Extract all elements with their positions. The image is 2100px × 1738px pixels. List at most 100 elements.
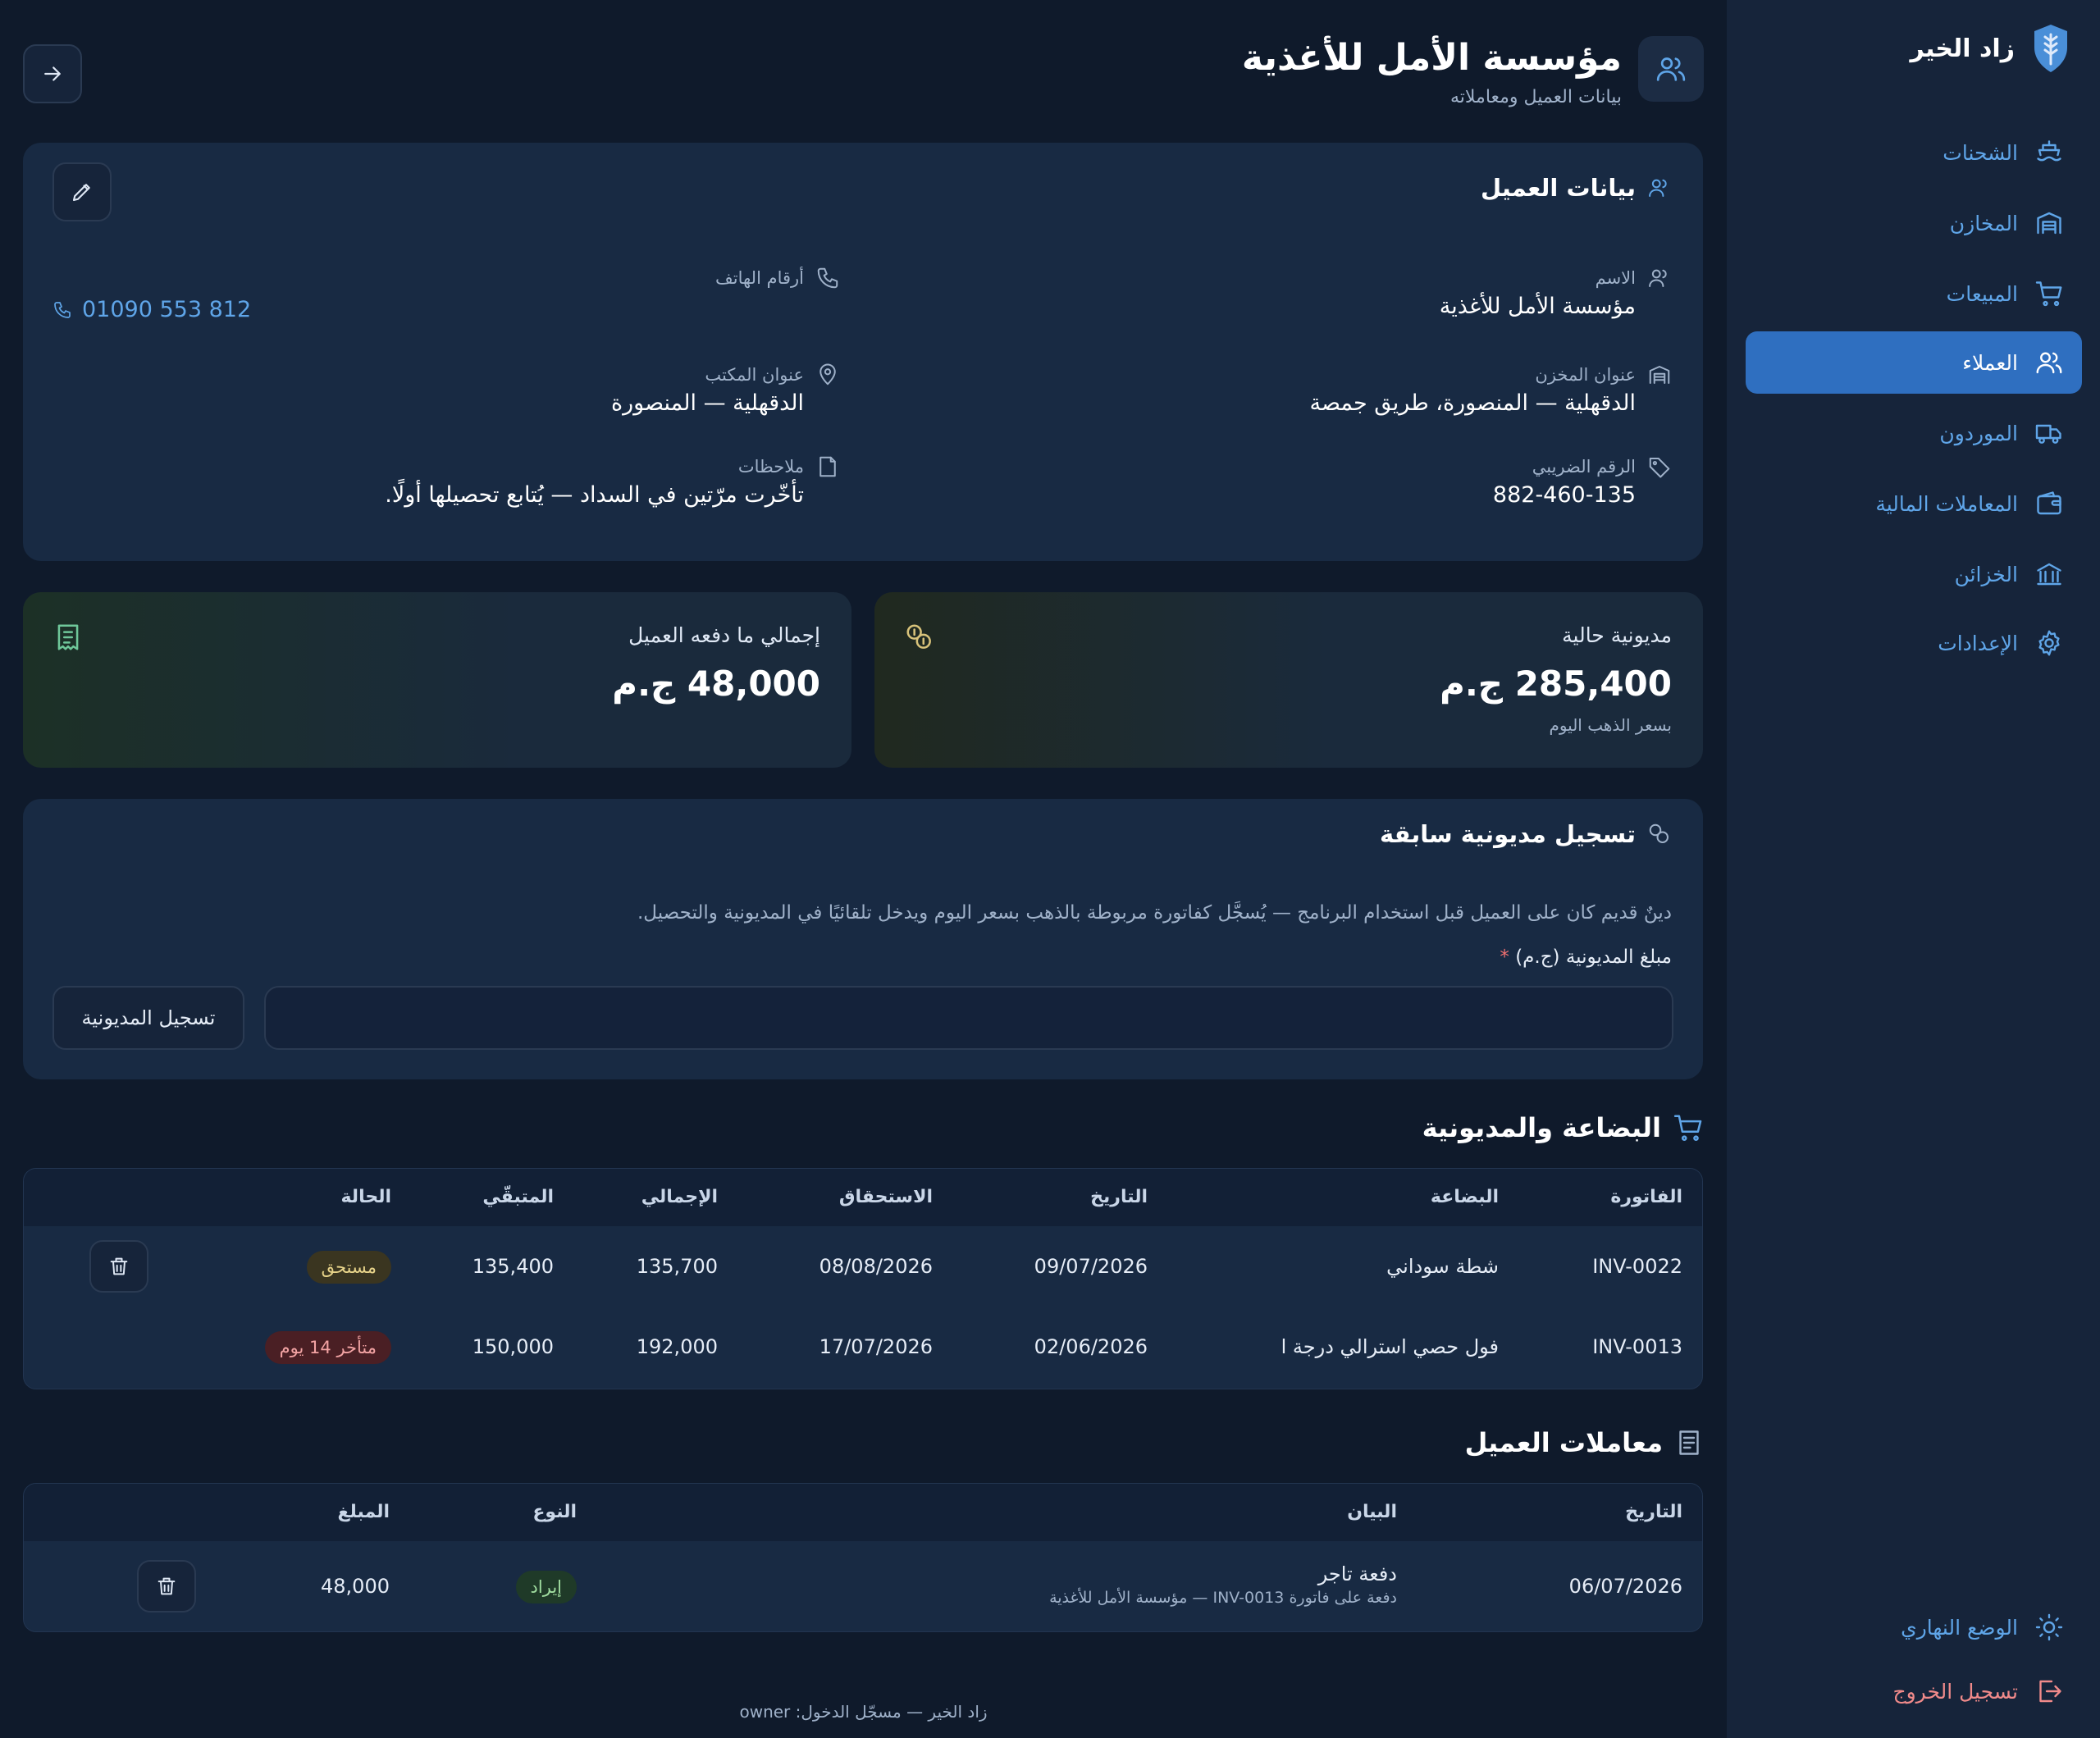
th-type: النوع bbox=[532, 1502, 577, 1522]
nav-item-shipments[interactable]: الشحنات bbox=[1746, 121, 2082, 184]
nav-item-warehouses[interactable]: المخازن bbox=[1746, 192, 2082, 254]
th-due: الاستحقاق bbox=[838, 1187, 933, 1207]
cell-date: 09/07/2026 bbox=[1034, 1255, 1148, 1278]
paid-value: 48,000 ج.م bbox=[612, 664, 820, 704]
header-icon-box bbox=[1638, 36, 1704, 102]
document-icon bbox=[1679, 1430, 1699, 1455]
name-label: الاسم bbox=[1595, 268, 1636, 288]
th-remaining: المتبقّي bbox=[482, 1187, 554, 1207]
cart-icon bbox=[1673, 1115, 1702, 1141]
ship-icon bbox=[2037, 140, 2061, 162]
transactions-table: التاريخ البيان النوع المبلغ 06/07/2026 د… bbox=[23, 1483, 1703, 1632]
cell-date: 06/07/2026 bbox=[1568, 1575, 1682, 1598]
phone-icon bbox=[54, 301, 71, 318]
phone-icon bbox=[817, 267, 838, 289]
nav-label: العملاء bbox=[1962, 350, 2018, 375]
day-mode-toggle[interactable]: الوضع النهاري bbox=[1746, 1596, 2082, 1658]
field-name: الاسم مؤسسة الأمل للأغذية bbox=[1440, 266, 1672, 319]
debt-subtitle: بسعر الذهب اليوم bbox=[1549, 715, 1672, 735]
day-mode-label: الوضع النهاري bbox=[1901, 1615, 2018, 1640]
debt-value: 285,400 ج.م bbox=[1440, 664, 1672, 704]
th-invoice: الفاتورة bbox=[1610, 1187, 1682, 1207]
register-debt-button[interactable]: تسجيل المديونية bbox=[52, 986, 244, 1050]
sidebar: زاد الخير الشحنات المخازن المبيعات العمل… bbox=[1727, 0, 2100, 1738]
goods-table-header: الفاتورة البضاعة التاريخ الاستحقاق الإجم… bbox=[24, 1169, 1702, 1226]
transactions-table-header: التاريخ البيان النوع المبلغ bbox=[24, 1484, 1702, 1541]
phones-label: أرقام الهاتف bbox=[715, 268, 804, 288]
previous-debt-title: تسجيل مديونية سابقة bbox=[1379, 820, 1636, 848]
receipt-icon bbox=[57, 624, 79, 650]
cart-icon bbox=[2035, 281, 2062, 307]
truck-icon bbox=[2035, 424, 2061, 444]
nav-item-treasuries[interactable]: الخزائن bbox=[1746, 543, 2082, 605]
coins-icon bbox=[1649, 823, 1669, 843]
user-icon bbox=[1649, 269, 1667, 287]
current-debt-card: مديونية حالية 285,400 ج.م بسعر الذهب الي… bbox=[874, 592, 1703, 768]
transactions-title: معاملات العميل bbox=[1464, 1427, 1663, 1458]
previous-debt-header: تسجيل مديونية سابقة bbox=[1380, 820, 1672, 848]
amount-label-text: مبلغ المديونية (ج.م) bbox=[1515, 947, 1672, 968]
notes-label: ملاحظات bbox=[737, 457, 804, 477]
back-button[interactable] bbox=[23, 44, 82, 103]
warehouse-icon bbox=[1649, 366, 1670, 384]
field-tax-number: الرقم الضريبي 882-460-135 bbox=[1493, 454, 1672, 508]
coins-icon bbox=[906, 624, 931, 649]
nav-label: الموردون bbox=[1939, 421, 2018, 445]
paid-title: إجمالي ما دفعه العميل bbox=[628, 623, 820, 647]
cell-remaining: 135,400 bbox=[472, 1255, 554, 1278]
cell-description: دفعة تاجر دفعة على فاتورة INV-0013 — مؤس… bbox=[1049, 1562, 1397, 1607]
phone-value: 01090 553 812 bbox=[82, 297, 252, 322]
cell-type: إيراد bbox=[515, 1541, 577, 1631]
nav-item-suppliers[interactable]: الموردون bbox=[1746, 402, 2082, 464]
th-description: البيان bbox=[1347, 1502, 1397, 1522]
edit-button[interactable] bbox=[52, 162, 112, 221]
page-title: مؤسسة الأمل للأغذية bbox=[1241, 37, 1622, 79]
nav-label: الإعدادات bbox=[1938, 631, 2018, 655]
sun-icon bbox=[2035, 1613, 2063, 1641]
cell-due: 17/07/2026 bbox=[819, 1335, 933, 1358]
brand-name: زاد الخير bbox=[1910, 34, 2015, 63]
nav-item-sales[interactable]: المبيعات bbox=[1746, 262, 2082, 325]
cell-total: 135,700 bbox=[636, 1255, 718, 1278]
client-info-header: بيانات العميل bbox=[1481, 174, 1672, 202]
goods-title: البضاعة والمديونية bbox=[1422, 1112, 1661, 1143]
table-row: 06/07/2026 دفعة تاجر دفعة على فاتورة INV… bbox=[24, 1541, 1702, 1631]
nav-item-clients[interactable]: العملاء bbox=[1746, 331, 2082, 394]
arrow-right-icon bbox=[44, 66, 61, 81]
phone-link[interactable]: 01090 553 812 bbox=[52, 297, 251, 322]
field-phones: أرقام الهاتف bbox=[715, 266, 840, 290]
th-amount: المبلغ bbox=[337, 1502, 390, 1522]
cell-due: 08/08/2026 bbox=[819, 1255, 933, 1278]
cell-goods: شطة سوداني bbox=[1386, 1255, 1499, 1278]
notes-value: تأخّرت مرّتين في السداد — يُتابع تحصيلها… bbox=[385, 482, 804, 508]
nav-item-settings[interactable]: الإعدادات bbox=[1746, 612, 2082, 674]
goods-section-header: البضاعة والمديونية bbox=[1422, 1112, 1704, 1143]
table-row: INV-0022 شطة سوداني 09/07/2026 08/08/202… bbox=[24, 1226, 1702, 1307]
cell-invoice: INV-0022 bbox=[1592, 1255, 1682, 1278]
map-pin-icon bbox=[819, 363, 836, 385]
table-row: INV-0013 فول حصي استرالي درجة ا 02/06/20… bbox=[24, 1307, 1702, 1387]
delete-button[interactable] bbox=[137, 1560, 196, 1613]
logout-icon bbox=[2039, 1680, 2061, 1703]
cell-total: 192,000 bbox=[636, 1335, 718, 1358]
office-label: عنوان المكتب bbox=[705, 365, 804, 385]
delete-button[interactable] bbox=[89, 1240, 148, 1293]
amount-input[interactable] bbox=[264, 986, 1673, 1050]
nav-label: المعاملات المالية bbox=[1875, 491, 2018, 516]
required-mark: * bbox=[1500, 947, 1509, 968]
client-info-card: بيانات العميل الاسم مؤسسة الأمل للأغذية … bbox=[23, 143, 1703, 561]
logout-button[interactable]: تسجيل الخروج bbox=[1746, 1660, 2082, 1722]
status-badge: متأخر 14 يوم bbox=[264, 1331, 391, 1364]
bank-icon bbox=[2037, 563, 2061, 586]
main-content: مؤسسة الأمل للأغذية بيانات العميل ومعامل… bbox=[0, 0, 1727, 1738]
brand: زاد الخير bbox=[1911, 23, 2070, 74]
tax-label: الرقم الضريبي bbox=[1532, 457, 1636, 477]
note-icon bbox=[819, 456, 836, 477]
cell-remaining: 150,000 bbox=[472, 1335, 554, 1358]
previous-debt-description: دينٌ قديم كان على العميل قبل استخدام الب… bbox=[637, 902, 1672, 924]
page-subtitle: بيانات العميل ومعاملاته bbox=[1450, 87, 1622, 107]
nav-item-financial[interactable]: المعاملات المالية bbox=[1746, 472, 2082, 535]
pencil-icon bbox=[72, 184, 90, 202]
users-icon bbox=[2036, 352, 2062, 374]
cell-amount: 48,000 bbox=[321, 1575, 390, 1598]
